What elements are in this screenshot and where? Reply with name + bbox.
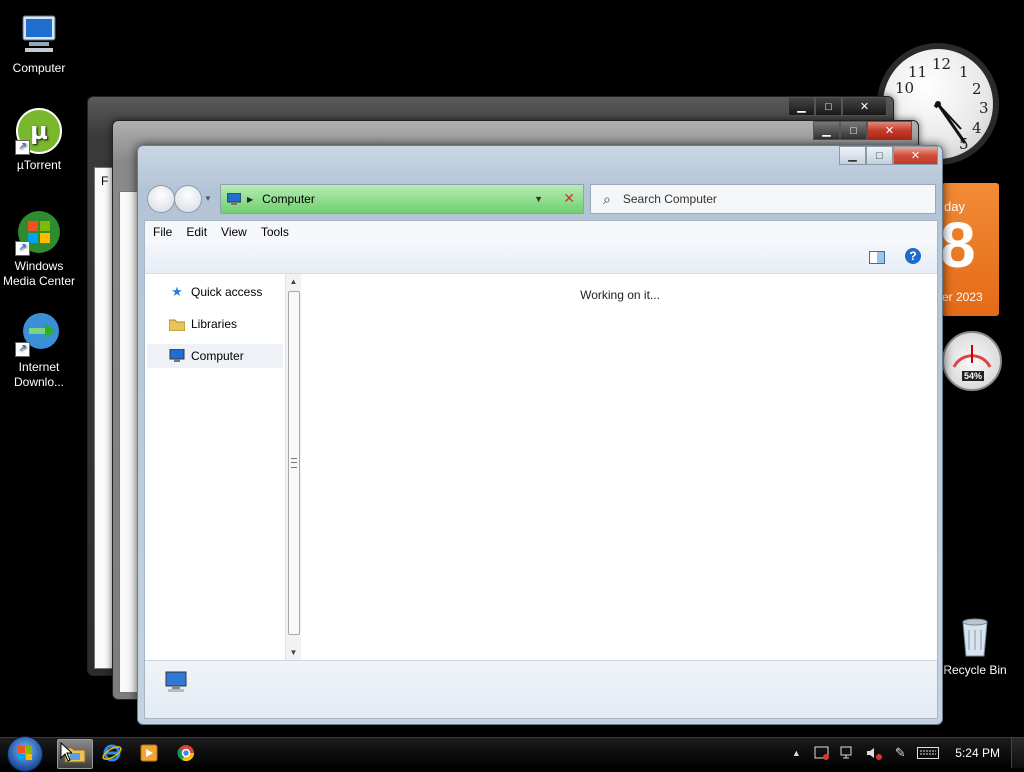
desktop-icon-computer[interactable]: Computer [0, 10, 78, 76]
desktop-icon-utorrent[interactable]: µ ↗ µTorrent [0, 107, 78, 173]
breadcrumb-arrow-icon[interactable]: ▶ [247, 195, 253, 204]
menu-file[interactable]: File [153, 225, 172, 239]
cpu-meter-gadget[interactable]: 54% [942, 331, 1002, 391]
scroll-up-arrow-icon[interactable]: ▲ [286, 274, 301, 289]
media-player-icon [140, 744, 158, 762]
stop-loading-icon[interactable]: ✕ [563, 190, 575, 207]
folder-icon [169, 317, 185, 331]
computer-icon [165, 671, 187, 692]
windows-logo-icon [18, 746, 32, 760]
nav-item-libraries[interactable]: Libraries [147, 312, 283, 336]
grip-icon [291, 458, 297, 468]
start-button[interactable] [7, 736, 43, 772]
help-icon[interactable]: ? [905, 248, 921, 264]
calendar-month-year: er 2023 [942, 290, 983, 304]
address-dropdown-icon[interactable]: ▼ [534, 194, 543, 204]
search-icon: ⌕ [603, 190, 611, 207]
computer-icon [169, 349, 185, 363]
forward-button[interactable] [174, 185, 202, 213]
desktop-icon-windows-media-center[interactable]: ↗ Windows Media Center [0, 208, 78, 289]
scrollbar-thumb[interactable] [288, 291, 300, 635]
chrome-icon [177, 745, 195, 762]
internet-download-manager-icon: ↗ [15, 309, 63, 357]
taskbar-chrome[interactable] [169, 739, 203, 767]
internet-explorer-icon [102, 744, 122, 762]
desktop-icon-recycle-bin[interactable]: Recycle Bin [936, 612, 1014, 678]
network-icon[interactable] [837, 744, 859, 762]
command-bar: ? [145, 243, 937, 274]
minimize-button[interactable]: ▁ [788, 97, 815, 116]
nav-item-computer[interactable]: Computer [147, 344, 283, 368]
utorrent-icon: µ ↗ [15, 107, 63, 155]
desktop-icon-label: µTorrent [16, 158, 62, 172]
computer-icon [15, 10, 63, 58]
preview-pane-icon[interactable] [869, 251, 885, 264]
star-icon: ★ [171, 284, 183, 299]
content-area[interactable]: Working on it... [303, 274, 937, 660]
show-hidden-icons-icon[interactable]: ▲ [785, 744, 807, 762]
shortcut-arrow-icon: ↗ [15, 140, 30, 155]
desktop-icon-label: Computer [12, 61, 66, 75]
windows-media-center-icon: ↗ [15, 208, 63, 256]
close-button[interactable]: ✕ [867, 121, 912, 140]
desktop-icon-internet-download-manager[interactable]: ↗ Internet Downlo... [0, 309, 78, 390]
nav-item-quick-access[interactable]: ★ Quick access [147, 280, 283, 304]
back-button[interactable] [147, 185, 175, 213]
system-tray: ▲ ✎ 5:24 PM [785, 738, 1024, 768]
show-desktop-button[interactable] [1011, 738, 1024, 768]
minimize-button[interactable]: ▁ [839, 146, 866, 165]
action-center-icon[interactable] [811, 744, 833, 762]
calendar-gadget[interactable]: day 8 er 2023 [940, 183, 999, 316]
clock-time[interactable]: 5:24 PM [955, 746, 1000, 760]
menu-bar: File Edit View Tools [145, 221, 937, 243]
calendar-date: 8 [940, 209, 976, 281]
menu-tools[interactable]: Tools [261, 225, 289, 239]
navigation-scrollbar[interactable]: ▲ ▼ [285, 274, 301, 660]
mouse-cursor-icon [60, 741, 74, 765]
desktop-icon-label: Internet Downlo... [13, 360, 65, 389]
maximize-button[interactable]: □ [815, 97, 842, 116]
shortcut-arrow-icon: ↗ [15, 342, 30, 357]
explorer-window[interactable]: ▁ □ ✕ ▼ ▶ Computer ▼ ✕ ⌕ Search Computer… [137, 145, 943, 725]
nav-item-label: Quick access [191, 285, 263, 299]
desktop-icon-label: Recycle Bin [943, 663, 1007, 677]
keyboard-icon[interactable] [915, 744, 941, 762]
scroll-down-arrow-icon[interactable]: ▼ [286, 645, 301, 660]
menu-view[interactable]: View [221, 225, 247, 239]
loading-message: Working on it... [580, 288, 660, 302]
shortcut-arrow-icon: ↗ [15, 241, 30, 256]
computer-icon [227, 193, 241, 205]
pen-input-icon[interactable]: ✎ [889, 744, 911, 762]
desktop-icon-label: Windows Media Center [2, 259, 76, 288]
taskbar-media-player[interactable] [132, 739, 166, 767]
navigation-pane: ★ Quick access Libraries Computer [145, 274, 285, 660]
meter-percent: 54% [962, 371, 985, 381]
recent-pages-dropdown-icon[interactable]: ▼ [204, 194, 212, 203]
address-bar[interactable]: ▶ Computer ▼ ✕ [220, 184, 584, 214]
maximize-button[interactable]: □ [866, 146, 893, 165]
menu-edit[interactable]: Edit [186, 225, 207, 239]
svg-text:µ: µ [30, 117, 48, 145]
menu-fragment: F [101, 174, 109, 188]
explorer-client-area: File Edit View Tools ? ★ Quick access Li… [144, 220, 938, 719]
maximize-button[interactable]: □ [840, 121, 867, 140]
close-button[interactable]: ✕ [893, 146, 938, 165]
taskbar: ▲ ✎ 5:24 PM [0, 736, 1024, 772]
search-input[interactable]: Search Computer [623, 192, 717, 206]
search-box[interactable]: ⌕ Search Computer [590, 184, 936, 214]
details-pane [145, 660, 937, 718]
minimize-button[interactable]: ▁ [813, 121, 840, 140]
address-text[interactable]: Computer [262, 192, 315, 206]
volume-muted-icon[interactable] [863, 744, 885, 762]
taskbar-internet-explorer[interactable] [95, 739, 129, 767]
nav-item-label: Libraries [191, 317, 238, 331]
nav-item-label: Computer [191, 349, 244, 363]
recycle-bin-icon [951, 612, 999, 660]
close-button[interactable]: ✕ [842, 97, 887, 116]
